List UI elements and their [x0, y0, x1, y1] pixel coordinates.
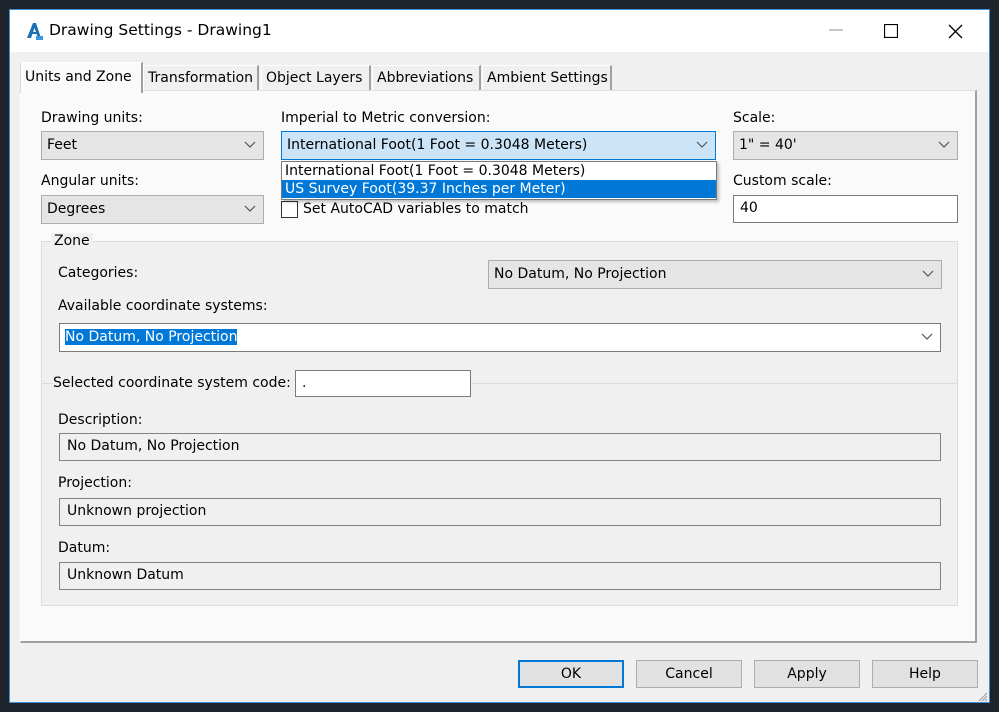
angular-units-label: Angular units:	[41, 173, 140, 189]
chevron-down-icon	[696, 141, 708, 148]
chevron-down-icon	[938, 141, 950, 148]
maximize-icon	[884, 24, 898, 38]
set-variables-label: Set AutoCAD variables to match	[303, 201, 529, 217]
coordinate-code-input[interactable]: .	[295, 370, 471, 397]
tab-ambient-settings[interactable]: Ambient Settings	[482, 65, 612, 92]
available-systems-select[interactable]: No Datum, No Projection	[59, 323, 941, 352]
tab-abbreviations[interactable]: Abbreviations	[372, 65, 481, 92]
chevron-down-icon	[244, 141, 256, 148]
conversion-option-international-foot[interactable]: International Foot(1 Foot = 0.3048 Meter…	[282, 162, 716, 180]
description-field: No Datum, No Projection	[59, 433, 941, 461]
drawing-units-select[interactable]: Feet	[41, 131, 264, 160]
apply-button[interactable]: Apply	[754, 660, 860, 688]
projection-field: Unknown projection	[59, 498, 941, 526]
close-icon	[948, 24, 962, 38]
zone-groupbox	[41, 241, 958, 606]
cancel-button[interactable]: Cancel	[636, 660, 742, 688]
help-button[interactable]: Help	[872, 660, 978, 688]
conversion-value: International Foot(1 Foot = 0.3048 Meter…	[287, 137, 588, 153]
scale-value: 1" = 40'	[739, 137, 797, 153]
categories-value: No Datum, No Projection	[494, 266, 667, 282]
custom-scale-label: Custom scale:	[733, 173, 832, 189]
angular-units-select[interactable]: Degrees	[41, 195, 264, 224]
conversion-option-us-survey-foot[interactable]: US Survey Foot(39.37 Inches per Meter)	[282, 180, 716, 198]
datum-field: Unknown Datum	[59, 562, 941, 590]
window-title: Drawing Settings - Drawing1	[49, 21, 272, 39]
custom-scale-input[interactable]: 40	[733, 195, 958, 223]
scale-label: Scale:	[733, 110, 776, 126]
chevron-down-icon	[921, 333, 933, 340]
drawing-units-value: Feet	[47, 137, 78, 153]
tab-object-layers[interactable]: Object Layers	[261, 65, 371, 92]
scale-select[interactable]: 1" = 40'	[733, 131, 958, 160]
datum-label: Datum:	[58, 540, 111, 556]
resize-grip-icon[interactable]	[976, 690, 988, 702]
categories-select[interactable]: No Datum, No Projection	[488, 260, 942, 289]
conversion-select[interactable]: International Foot(1 Foot = 0.3048 Meter…	[281, 131, 716, 160]
minimize-icon[interactable]	[829, 29, 843, 31]
projection-label: Projection:	[58, 475, 132, 491]
tab-units-and-zone[interactable]: Units and Zone	[20, 62, 143, 93]
separator-left	[41, 383, 53, 384]
separator-right	[471, 383, 957, 384]
maximize-button[interactable]	[868, 10, 914, 52]
tab-transformation[interactable]: Transformation	[143, 65, 259, 92]
conversion-label: Imperial to Metric conversion:	[281, 110, 491, 126]
available-systems-value: No Datum, No Projection	[65, 329, 238, 345]
drawing-units-label: Drawing units:	[41, 110, 143, 126]
description-label: Description:	[58, 412, 143, 428]
zone-group-title: Zone	[51, 233, 93, 249]
conversion-dropdown-list: International Foot(1 Foot = 0.3048 Meter…	[281, 161, 717, 200]
tab-strip: Units and Zone Transformation Object Lay…	[10, 62, 989, 93]
set-variables-checkbox[interactable]	[281, 201, 298, 218]
categories-label: Categories:	[58, 265, 139, 281]
chevron-down-icon	[244, 205, 256, 212]
angular-units-value: Degrees	[47, 201, 106, 217]
autocad-map-icon	[24, 21, 44, 41]
chevron-down-icon	[922, 270, 934, 277]
title-bar[interactable]: Drawing Settings - Drawing1	[10, 10, 989, 52]
close-button[interactable]	[932, 10, 978, 52]
ok-button[interactable]: OK	[518, 660, 624, 688]
code-label: Selected coordinate system code:	[53, 375, 291, 391]
available-systems-label: Available coordinate systems:	[58, 298, 268, 314]
